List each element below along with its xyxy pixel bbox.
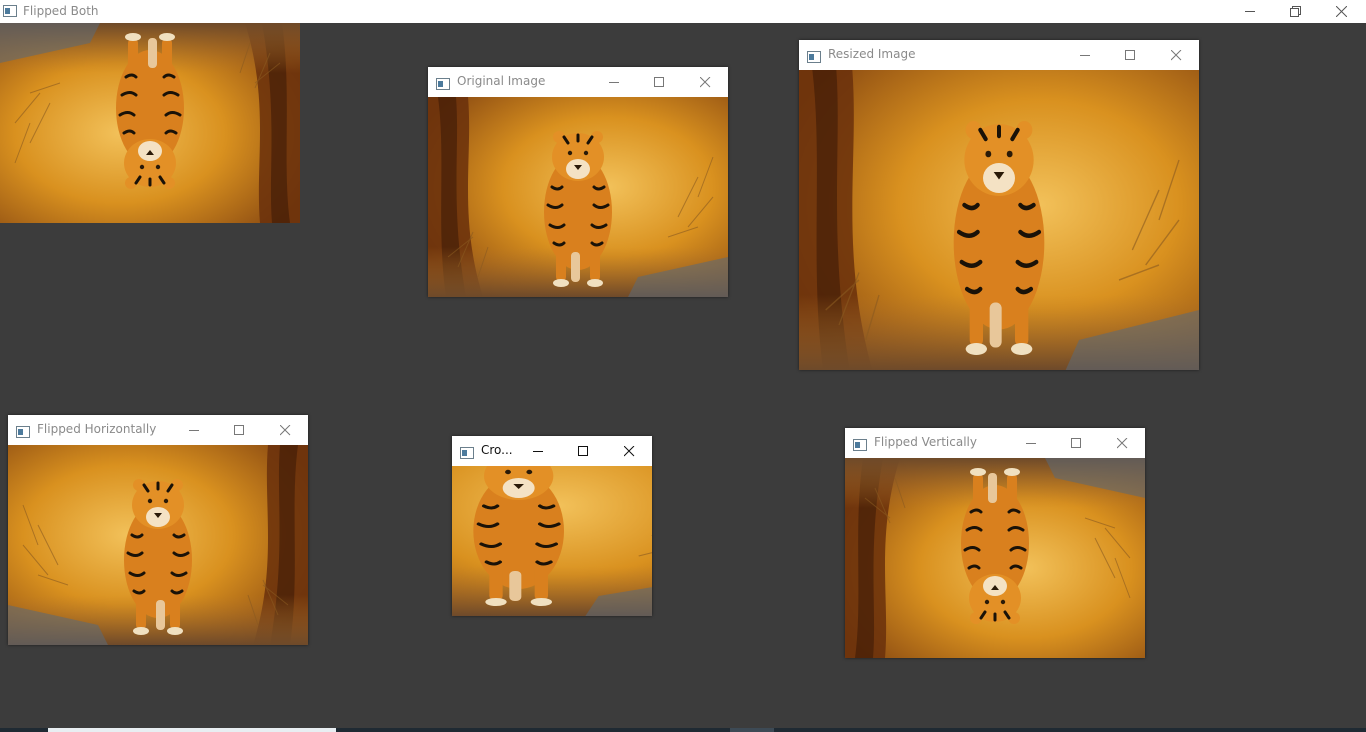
flipped-horizontally-window[interactable]: Flipped Horizontally xyxy=(8,415,308,645)
close-button[interactable] xyxy=(1154,40,1198,70)
minimize-icon xyxy=(1244,11,1255,12)
window-titlebar[interactable]: Original Image xyxy=(428,67,728,97)
close-button[interactable] xyxy=(1318,0,1364,23)
maximize-icon xyxy=(1070,437,1081,448)
minimize-button[interactable] xyxy=(1227,0,1273,23)
minimize-button[interactable] xyxy=(1063,40,1107,70)
window-title: Cro... xyxy=(481,443,513,457)
app-window-icon xyxy=(3,5,17,20)
close-button[interactable] xyxy=(1100,428,1144,458)
close-button[interactable] xyxy=(607,436,651,466)
window-title: Original Image xyxy=(457,74,546,88)
maximize-icon xyxy=(653,76,664,87)
app-window-icon xyxy=(16,423,30,442)
close-button[interactable] xyxy=(683,67,727,97)
taskbar[interactable] xyxy=(0,728,1366,732)
resized-image xyxy=(799,70,1199,370)
maximize-icon xyxy=(577,445,588,456)
app-window-icon xyxy=(460,444,474,463)
app-window-icon xyxy=(436,75,450,94)
minimize-button[interactable] xyxy=(516,436,560,466)
app-window-icon xyxy=(807,48,821,67)
minimize-icon xyxy=(188,429,199,431)
flipped-horizontally-image xyxy=(8,445,308,645)
resized-image-window[interactable]: Resized Image xyxy=(799,40,1199,370)
window-titlebar[interactable]: Flipped Vertically xyxy=(845,428,1145,458)
maximize-button[interactable] xyxy=(1054,428,1098,458)
taskbar-search[interactable] xyxy=(48,728,336,732)
cropped-image xyxy=(452,466,652,616)
cropped-image-window[interactable]: Cro... xyxy=(452,436,652,616)
maximize-icon xyxy=(1124,49,1135,60)
original-image xyxy=(428,97,728,297)
window-titlebar[interactable]: Resized Image xyxy=(799,40,1199,70)
close-icon xyxy=(1170,49,1181,60)
close-icon xyxy=(1335,6,1347,17)
window-titlebar[interactable]: Cro... xyxy=(452,436,652,466)
close-icon xyxy=(279,424,290,435)
maximize-button[interactable] xyxy=(1108,40,1152,70)
maximize-button[interactable] xyxy=(217,415,261,445)
minimize-button[interactable] xyxy=(592,67,636,97)
flipped-vertically-window[interactable]: Flipped Vertically xyxy=(845,428,1145,658)
maximize-icon xyxy=(233,424,244,435)
minimize-button[interactable] xyxy=(172,415,216,445)
main-window-title: Flipped Both xyxy=(23,4,99,18)
minimize-icon xyxy=(608,81,619,83)
close-icon xyxy=(1116,437,1127,448)
flipped-both-image xyxy=(0,23,300,223)
window-title: Resized Image xyxy=(828,47,916,61)
window-titlebar[interactable]: Flipped Horizontally xyxy=(8,415,308,445)
restore-button[interactable] xyxy=(1272,0,1318,23)
window-title: Flipped Vertically xyxy=(874,435,977,449)
minimize-icon xyxy=(1079,54,1090,56)
minimize-icon xyxy=(1025,442,1036,444)
maximize-button[interactable] xyxy=(637,67,681,97)
minimize-icon xyxy=(532,450,543,452)
close-icon xyxy=(699,76,710,87)
close-button[interactable] xyxy=(263,415,307,445)
taskbar-app[interactable] xyxy=(730,728,774,732)
flipped-vertically-image xyxy=(845,458,1145,658)
maximize-button[interactable] xyxy=(561,436,605,466)
close-icon xyxy=(623,445,634,456)
window-title: Flipped Horizontally xyxy=(37,422,157,436)
main-titlebar[interactable]: Flipped Both xyxy=(0,0,1366,23)
restore-icon xyxy=(1289,6,1301,17)
minimize-button[interactable] xyxy=(1009,428,1053,458)
app-window-icon xyxy=(853,436,867,455)
original-image-window[interactable]: Original Image xyxy=(428,67,728,297)
